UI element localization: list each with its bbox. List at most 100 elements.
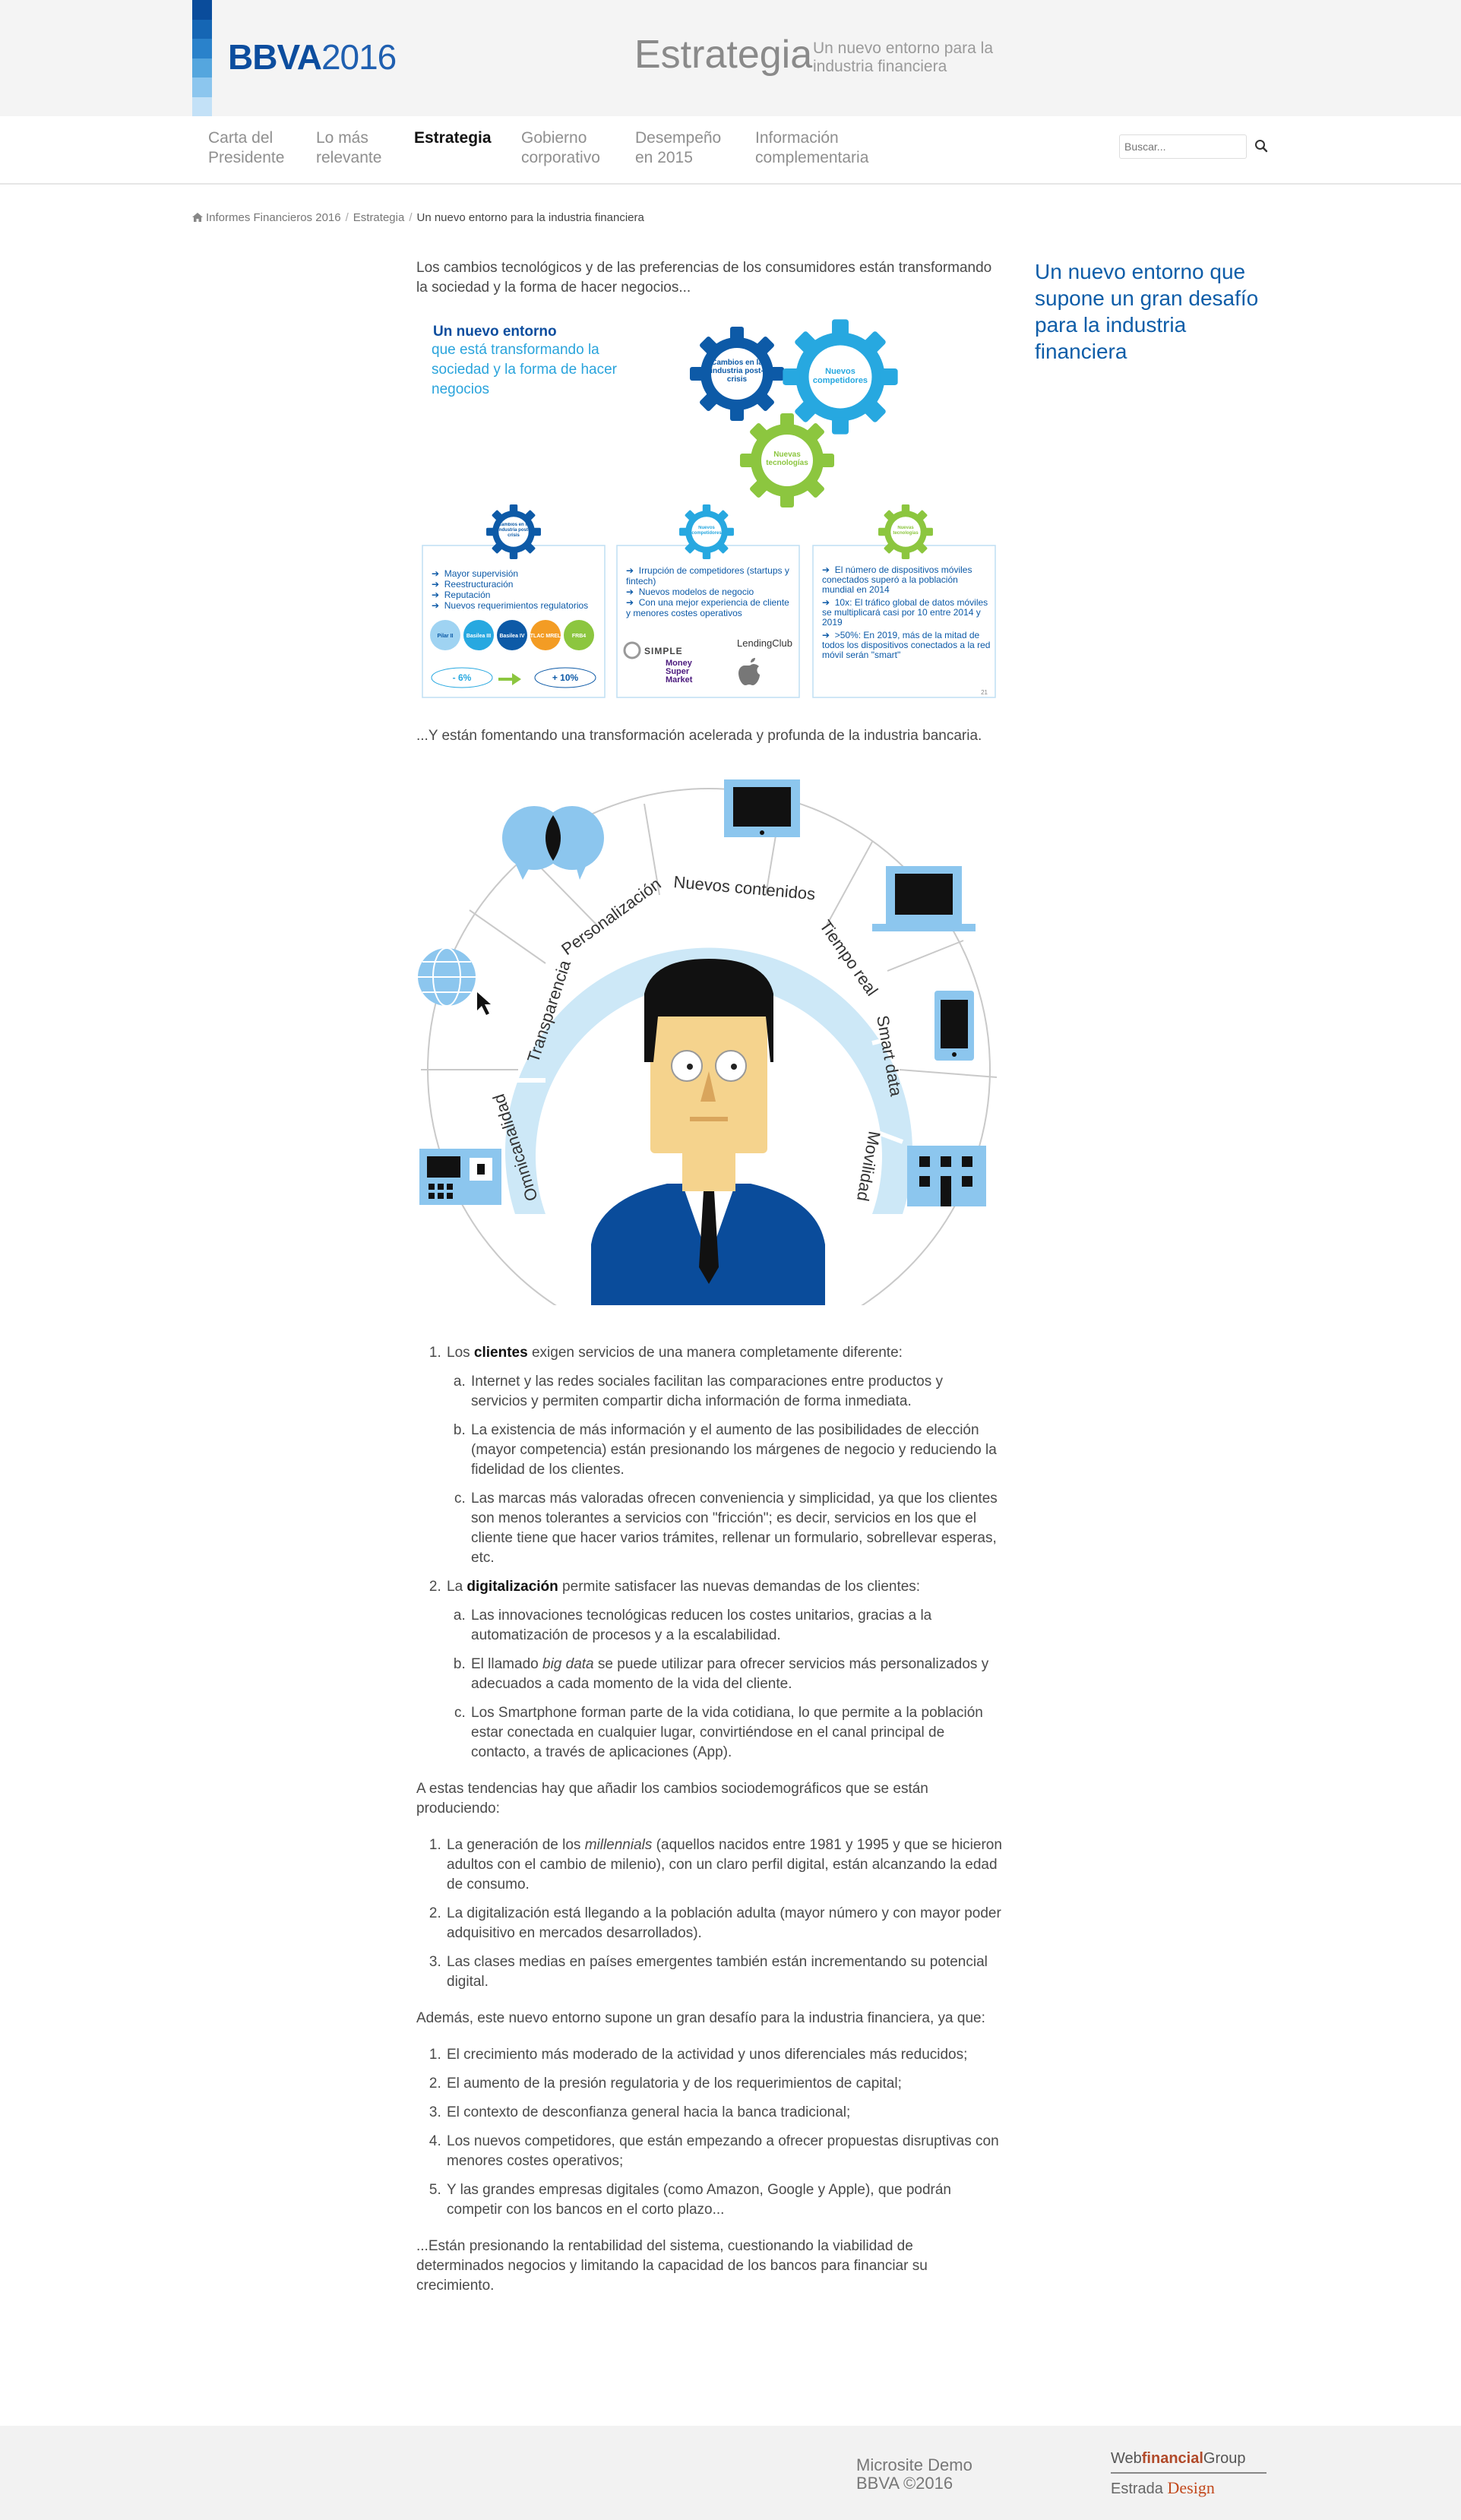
home-icon [192,213,203,222]
bbva-logo-link[interactable]: BBVA2016 [228,36,397,77]
nav-item-carta-presidente[interactable]: Carta del Presidente [208,128,299,168]
breadcrumb-home-link[interactable]: Informes Financieros 2016 [206,211,341,224]
aside-highlight-title: Un nuevo entorno que supone un gran desa… [1035,260,1259,363]
list-item-text: exigen servicios de una manera completam… [527,1345,903,1361]
intro-paragraph: Los cambios tecnológicos y de las prefer… [416,260,992,296]
badge-label: Pilar II [437,634,453,639]
list-item-text: La generación de los [447,1837,585,1853]
site-footer: Microsite Demo BBVA ©2016 WebfinancialGr… [0,2426,1461,2520]
globe-icon [418,947,491,1015]
businessman-figure [591,959,825,1305]
panel-list-item: ➔ El número de dispositivos móviles cone… [822,565,972,595]
panel-gear-label: Cambios en la industria post-crisis [498,523,530,538]
panel-item-text: Mayor supervisión [444,568,519,579]
logo-color-strip [192,0,212,116]
panel-list-item: ➔ Reputación [432,590,491,600]
search-button[interactable] [1251,136,1272,157]
strip-band [192,58,212,77]
emphasis-millennials: millennials [584,1837,653,1853]
client-demands-list: Los clientes exigen servicios de una man… [445,1343,1003,1763]
sub-list-item: Las innovaciones tecnológicas reducen lo… [470,1606,1003,1646]
nav-item-lo-mas-relevante[interactable]: Lo más relevante [316,128,392,168]
section-title: Estrategia [634,33,813,77]
list-item: La digitalización permite satisfacer las… [445,1577,1003,1763]
main-navigation: Carta del Presidente Lo más relevante Es… [0,116,1461,185]
footer-line-1: Microsite Demo [856,2455,972,2474]
sub-list: Internet y las redes sociales facilitan … [470,1372,1003,1568]
list-item-text: La [447,1579,467,1595]
panel-item-text: Reestructuración [444,579,514,590]
nav-item-gobierno-corporativo[interactable]: Gobierno corporativo [521,128,612,168]
panel-item-text: 10x: El tráfico global de datos móviles … [822,597,988,628]
panel-list-item: ➔ Mayor supervisión [432,568,519,579]
customer-demands-illustration: Omnicanalidad Transparencia Personalizac… [418,779,998,1305]
nav-item-informacion-complementaria[interactable]: Información complementaria [755,128,877,168]
panel-gear-label: Nuevas tecnologías [893,526,919,536]
brand-estrada: Estrada [1111,2480,1163,2497]
panel-list-item: ➔ Nuevos modelos de negocio [626,587,754,597]
panel-item-text: Nuevos requerimientos regulatorios [444,600,589,611]
panel-list-item: ➔ 10x: El tráfico global de datos móvile… [822,597,988,628]
strip-band [192,0,212,20]
logo-simple: SIMPLE [644,646,683,656]
badge-label: TLAC MREL [530,634,561,639]
keyword-clientes: clientes [473,1345,528,1361]
logo-moneysupermarket: Money Super Market [666,659,693,685]
panel-list-item: ➔ Irrupción de competidores (startups y … [626,565,789,587]
panel-list: ➔ Mayor supervisión ➔ Reestructuración ➔… [432,568,602,611]
panel-list-item: ➔ Con una mejor experiencia de cliente y… [626,597,789,618]
nav-item-desempeno-2015[interactable]: Desempeño en 2015 [635,128,726,168]
logo-brand: BBVA [228,37,322,77]
footer-credits: Microsite Demo BBVA ©2016 [856,2456,972,2493]
nav-item-estrategia[interactable]: Estrategia [414,128,498,148]
sub-list-text: El llamado [471,1656,542,1672]
panel-new-competitors: Nuevos competidores ➔ Irrupción de compe… [616,504,800,698]
panel-list-item: ➔ >50%: En 2019, más de la mitad de todo… [822,630,991,660]
panel-item-text: Nuevos modelos de negocio [638,587,754,597]
list-item: El crecimiento más moderado de la activi… [445,2045,1003,2065]
panel-item-text: Con una mejor experiencia de cliente y m… [626,597,789,618]
intro-paragraph-2: ...Y están fomentando una transformación… [416,728,982,744]
monitor-icon [724,779,800,837]
logo-lendingclub: LendingClub [737,637,792,649]
panel-list-item: ➔ Reestructuración [432,579,514,590]
strip-band [192,77,212,97]
stat-left: - 6% [453,672,472,683]
breadcrumb: Informes Financieros 2016/Estrategia / Un … [192,211,644,224]
infographic-title: Un nuevo entorno [433,324,557,340]
infographic-page-number: 21 [981,689,988,696]
sub-list: Las innovaciones tecnológicas reducen lo… [470,1606,1003,1763]
keyword-digitalizacion: digitalización [466,1579,558,1595]
strip-band [192,96,212,116]
breadcrumb-separator: / [345,211,349,224]
atm-icon [419,1149,501,1205]
logo-year: 2016 [321,37,397,77]
article-content: Los cambios tecnológicos y de las prefer… [416,258,1003,2313]
strip-band [192,19,212,39]
footer-line-2: BBVA ©2016 [856,2474,953,2493]
badge-label: Basilea III [466,634,491,639]
sub-list-item: El llamado big data se puede utilizar pa… [470,1655,1003,1694]
search-input[interactable] [1119,134,1247,159]
webfinancialgroup-logo-link[interactable]: WebfinancialGroup Estrada Design [1111,2450,1267,2498]
sub-list-item: La existencia de más información y el au… [470,1421,1003,1480]
panel-item-text: >50%: En 2019, más de la mitad de todos … [822,630,991,660]
challenge-intro: Además, este nuevo entorno supone un gra… [416,2010,985,2026]
ring-label-personalizacion: Personalización [558,874,664,960]
strip-band [192,39,212,58]
smartphone-icon [934,991,974,1061]
brand-web: Web [1111,2450,1142,2467]
list-item: El aumento de la presión regulatoria y d… [445,2074,1003,2094]
list-item: El contexto de desconfianza general haci… [445,2103,1003,2123]
panel-item-text: Reputación [444,590,491,600]
panel-list: ➔ El número de dispositivos móviles cone… [822,565,992,660]
breadcrumb-parent-link[interactable]: Estrategia [353,211,405,224]
list-item: Y las grandes empresas digitales (como A… [445,2180,1003,2220]
list-item-text: Los [447,1345,474,1361]
search-icon [1255,139,1268,152]
sociodemographic-trends-list: La generación de los millennials (aquell… [445,1835,1003,1992]
gear-label-technologies: Nuevas tecnologías [766,451,808,467]
list-item: Las clases medias en países emergentes t… [445,1952,1003,1992]
list-item: La digitalización está llegando a la pob… [445,1904,1003,1943]
brand-financial: financial [1141,2450,1203,2467]
